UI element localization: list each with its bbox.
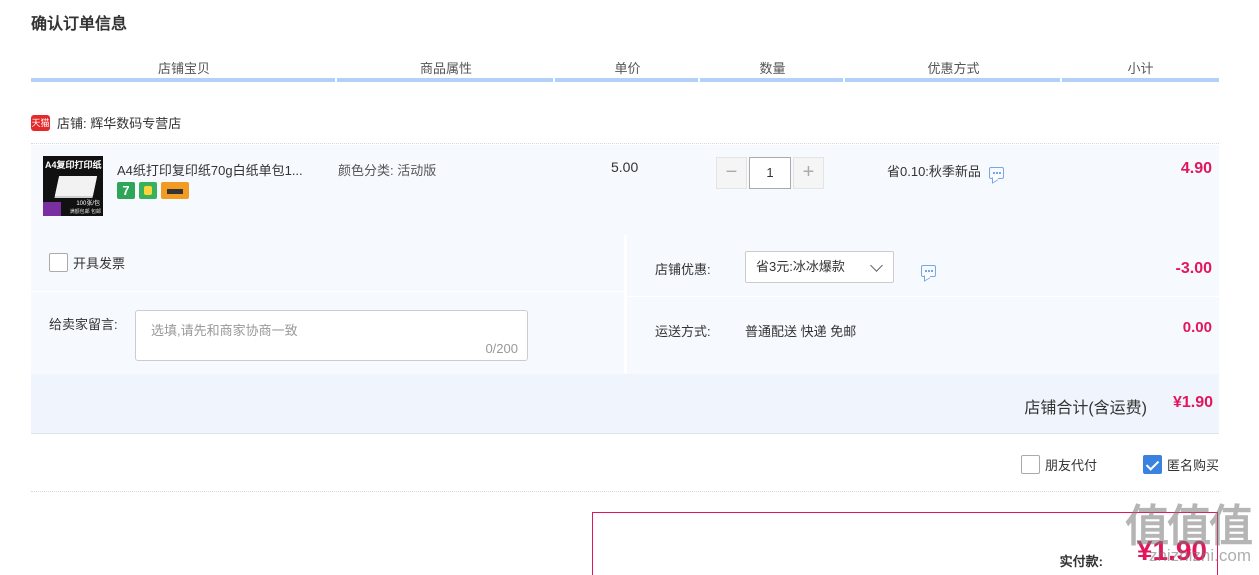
invoice-checkbox[interactable] bbox=[49, 253, 68, 272]
order-options: 开具发票 给卖家留言: 选填,请先和商家协商一致 0/200 店铺优惠: 省3元… bbox=[31, 235, 1219, 435]
unit-price: 5.00 bbox=[611, 159, 639, 175]
shop-label[interactable]: 店铺: 辉华数码专营店 bbox=[57, 113, 181, 132]
watermark-url: zhizhizhi.com bbox=[1148, 546, 1251, 565]
friend-pay-label: 朋友代付 bbox=[1044, 458, 1097, 473]
seven-day-return-icon[interactable]: 7 bbox=[117, 182, 135, 199]
invoice-label: 开具发票 bbox=[73, 256, 126, 271]
header-unit-price: 单价 bbox=[555, 56, 700, 82]
message-icon[interactable] bbox=[988, 166, 1004, 179]
discount-text: 省0.10:秋季新品 bbox=[887, 164, 981, 179]
decrease-button[interactable]: − bbox=[716, 157, 747, 189]
anonymous-checkbox[interactable] bbox=[1142, 455, 1162, 474]
watermark-logo: 值值值 bbox=[1125, 502, 1253, 551]
header-subtotal: 小计 bbox=[1062, 56, 1219, 82]
divider bbox=[31, 143, 1219, 144]
header-discount: 优惠方式 bbox=[845, 56, 1062, 82]
friend-pay-checkbox[interactable] bbox=[1020, 455, 1040, 474]
increase-button[interactable]: + bbox=[793, 157, 824, 189]
coupon-select[interactable]: 省3元:冰冰爆款 bbox=[745, 251, 894, 283]
badge-icon bbox=[43, 202, 61, 216]
page-title: 确认订单信息 bbox=[31, 16, 128, 33]
divider bbox=[31, 291, 624, 292]
paper-image bbox=[54, 176, 98, 196]
shipping-method: 普通配送 快递 免邮 bbox=[745, 324, 857, 339]
table-header: 店铺宝贝 商品属性 单价 数量 优惠方式 小计 bbox=[31, 56, 1219, 82]
header-attributes: 商品属性 bbox=[337, 56, 555, 82]
note-counter: 0/200 bbox=[485, 341, 518, 356]
shop-total-label: 店铺合计(含运费) bbox=[1024, 400, 1147, 417]
anonymous-option[interactable]: 匿名购买 bbox=[1142, 455, 1219, 474]
quantity-stepper: − 1 + bbox=[716, 157, 824, 189]
order-item-row: A4复印打印纸 100张/包 满额包邮 包邮 A4纸打印复印纸70g白纸单包1.… bbox=[31, 145, 1219, 235]
left-options-pane: 开具发票 给卖家留言: 选填,请先和商家协商一致 0/200 bbox=[31, 235, 624, 374]
product-attribute: 颜色分类: 活动版 bbox=[338, 163, 437, 178]
note-placeholder: 选填,请先和商家协商一致 bbox=[151, 323, 298, 338]
shop-total-value: ¥1.90 bbox=[1172, 394, 1213, 411]
coupon-label: 店铺优惠: bbox=[655, 262, 711, 277]
message-icon[interactable] bbox=[921, 265, 936, 277]
shop-total-row: 店铺合计(含运费) ¥1.90 bbox=[31, 374, 1219, 434]
service-icons: 7 bbox=[117, 182, 189, 199]
product-name-link[interactable]: A4纸打印复印纸70g白纸单包1... bbox=[117, 160, 332, 179]
payment-label: 实付款: bbox=[1059, 554, 1103, 569]
right-options-pane: 店铺优惠: 省3元:冰冰爆款 -3.00 运送方式: 普通配送 快递 免邮 0.… bbox=[627, 235, 1219, 374]
divider bbox=[31, 491, 1219, 492]
coupon-amount: -3.00 bbox=[1175, 260, 1212, 277]
shipping-amount: 0.00 bbox=[1182, 319, 1212, 336]
shipping-label: 运送方式: bbox=[655, 324, 711, 339]
invoice-option[interactable]: 开具发票 bbox=[49, 253, 125, 272]
item-subtotal: 4.90 bbox=[1180, 160, 1212, 177]
item-discount: 省0.10:秋季新品 bbox=[887, 161, 1004, 180]
note-label: 给卖家留言: bbox=[49, 317, 118, 332]
purchase-options: 朋友代付 匿名购买 bbox=[975, 455, 1219, 474]
anonymous-label: 匿名购买 bbox=[1166, 458, 1219, 473]
chevron-down-icon bbox=[870, 259, 883, 272]
tmall-icon: 天猫 bbox=[31, 114, 50, 131]
divider bbox=[627, 296, 1219, 297]
header-quantity: 数量 bbox=[700, 56, 845, 82]
friend-pay-option[interactable]: 朋友代付 bbox=[1020, 455, 1097, 474]
product-thumbnail[interactable]: A4复印打印纸 100张/包 满额包邮 包邮 bbox=[43, 156, 103, 216]
header-shop-item: 店铺宝贝 bbox=[31, 56, 337, 82]
credit-card-icon[interactable] bbox=[161, 182, 189, 199]
seller-note-input[interactable]: 选填,请先和商家协商一致 0/200 bbox=[135, 310, 528, 361]
guarantee-icon[interactable] bbox=[139, 182, 157, 199]
quantity-input[interactable]: 1 bbox=[749, 157, 791, 189]
shop-name[interactable]: 天猫 店铺: 辉华数码专营店 bbox=[31, 113, 181, 132]
